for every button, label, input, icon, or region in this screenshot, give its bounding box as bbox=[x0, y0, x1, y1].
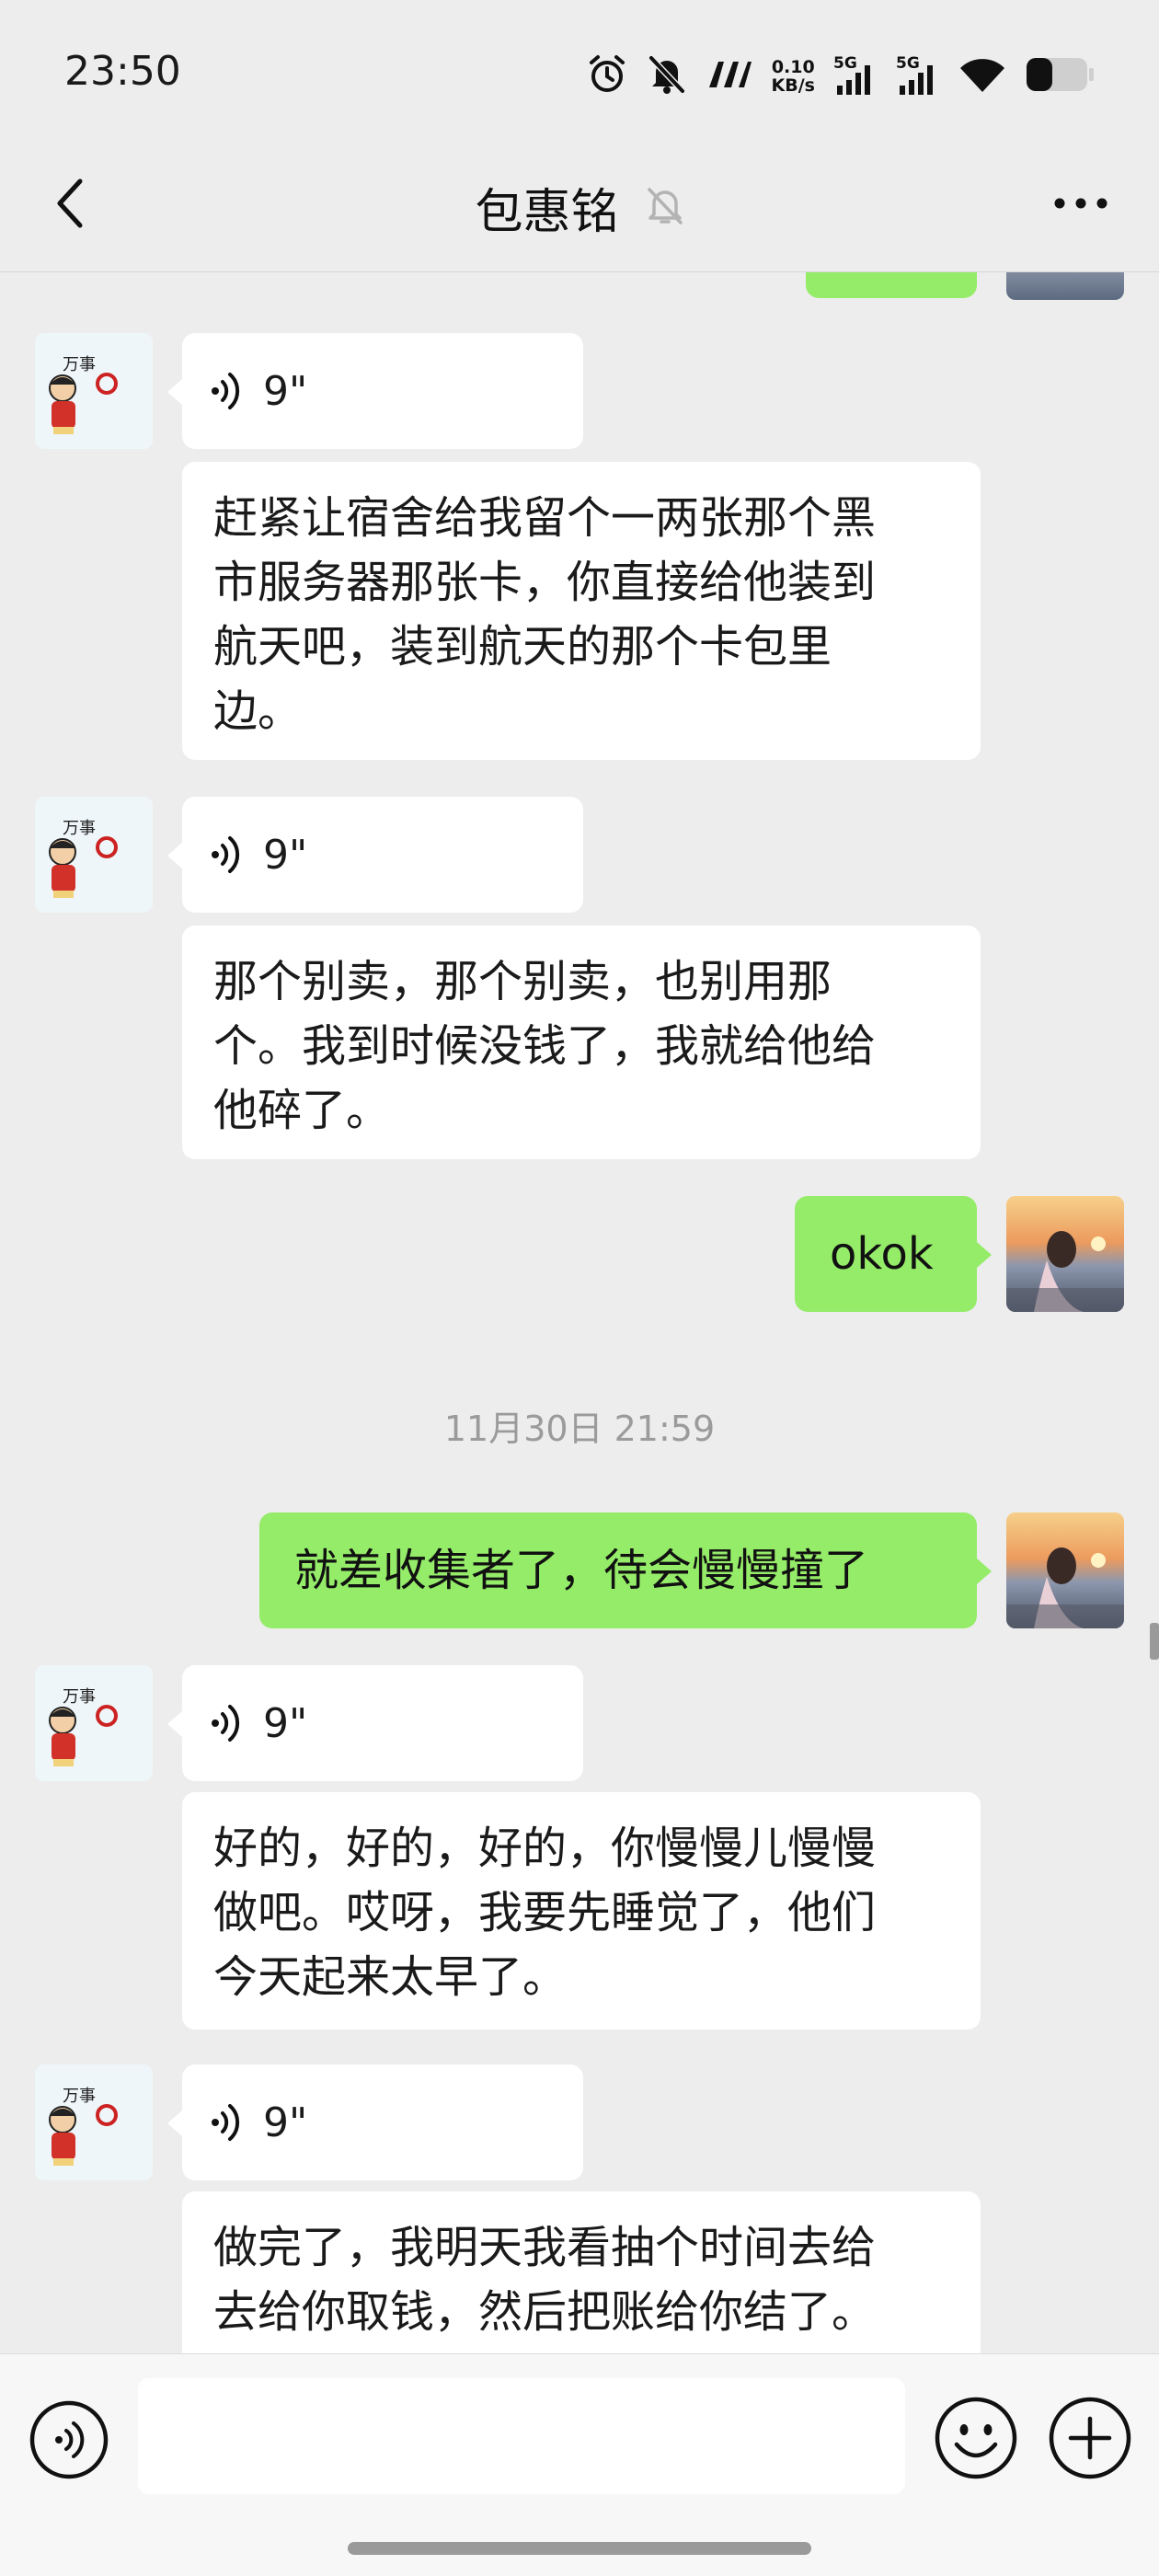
timestamp: 11月30日 21:59 bbox=[443, 1409, 716, 1449]
plus-icon bbox=[1049, 2397, 1131, 2479]
avatar-image bbox=[1006, 1512, 1124, 1628]
avatar-image: 万事 bbox=[35, 1665, 153, 1781]
message-line: 赶紧让宿舍给我留个一两张那个黑 bbox=[213, 492, 877, 544]
bubble-tail bbox=[977, 1242, 992, 1268]
bubble-tail bbox=[167, 843, 182, 868]
message-text: 就差收集者了，待会慢慢撞了 bbox=[294, 1545, 869, 1596]
alarm-icon bbox=[586, 53, 628, 99]
avatar-image bbox=[1006, 1196, 1124, 1312]
message-line: 边。 bbox=[213, 685, 303, 737]
voice-message[interactable]: 9" bbox=[182, 797, 583, 913]
message-line: 今天起来太早了。 bbox=[213, 1951, 568, 2003]
voice-input-button[interactable] bbox=[28, 2398, 110, 2481]
bubble-tail bbox=[977, 1558, 992, 1584]
avatar-image: 万事 bbox=[35, 797, 153, 913]
input-bar bbox=[0, 2353, 1159, 2576]
battery-icon bbox=[1025, 54, 1095, 98]
message-bubble-self[interactable]: okok bbox=[795, 1196, 977, 1312]
message-line: 那个别卖，那个别卖，也别用那 bbox=[213, 956, 832, 1007]
title-wrap: 包惠铭 bbox=[0, 173, 1159, 242]
net-speed-unit: KB/s bbox=[771, 75, 815, 96]
message-line: 他碎了。 bbox=[213, 1085, 391, 1136]
bubble-tail bbox=[167, 1711, 182, 1737]
message-bubble-contact[interactable]: 好的，好的，好的，你慢慢儿慢慢 做吧。哎呀，我要先睡觉了，他们 今天起来太早了。 bbox=[182, 1792, 981, 2030]
avatar-image: 万事 bbox=[35, 333, 153, 449]
bubble-tail bbox=[167, 379, 182, 405]
scrollbar-thumb[interactable] bbox=[1150, 1623, 1159, 1660]
status-bar: 23:50 0.10 KB/s 5G 5G bbox=[0, 0, 1159, 138]
wifi-icon bbox=[958, 55, 1006, 98]
avatar-self[interactable] bbox=[1006, 1512, 1124, 1628]
voice-wave-icon bbox=[212, 373, 240, 409]
nfc-icon bbox=[706, 56, 753, 97]
message-text: okok bbox=[830, 1228, 934, 1280]
svg-text:万事: 万事 bbox=[63, 2087, 96, 2106]
signal-icon: 5G bbox=[833, 54, 878, 97]
message-line: 好的，好的，好的，你慢慢儿慢慢 bbox=[213, 1823, 877, 1874]
chat-title: 包惠铭 bbox=[475, 185, 619, 240]
avatar-contact[interactable]: 万事 bbox=[35, 1665, 153, 1781]
svg-text:万事: 万事 bbox=[63, 355, 96, 374]
message-line: 航天吧，装到航天的那个卡包里 bbox=[213, 621, 832, 673]
avatar-contact[interactable]: 万事 bbox=[35, 2064, 153, 2180]
avatar-self[interactable] bbox=[1006, 1196, 1124, 1312]
voice-message[interactable]: 9" bbox=[182, 1665, 583, 1781]
plus-button[interactable] bbox=[1047, 2395, 1133, 2481]
svg-text:万事: 万事 bbox=[63, 819, 96, 838]
svg-text:万事: 万事 bbox=[63, 1687, 96, 1707]
voice-duration: 9" bbox=[263, 831, 308, 879]
avatar-image: 万事 bbox=[35, 2064, 153, 2180]
message-bubble-contact[interactable]: 赶紧让宿舍给我留个一两张那个黑 市服务器那张卡，你直接给他装到 航天吧，装到航天… bbox=[182, 462, 981, 760]
message-bubble-contact[interactable]: 做完了，我明天我看抽个时间去给 去给你取钱，然后把账给你结了。 bbox=[182, 2191, 981, 2353]
chat-message-list[interactable]: 万事 9" 赶紧让宿舍给我留个一两张那个黑 市服务器那张卡，你直接给他装到 航天… bbox=[0, 272, 1159, 2353]
message-input[interactable] bbox=[138, 2378, 905, 2494]
voice-duration: 9" bbox=[263, 367, 308, 415]
status-time: 23:50 bbox=[64, 48, 181, 95]
message-line: 个。我到时候没钱了，我就给他给 bbox=[213, 1020, 877, 1072]
emoji-button[interactable] bbox=[933, 2395, 1019, 2481]
bubble-tail bbox=[167, 2110, 182, 2136]
home-indicator[interactable] bbox=[348, 2542, 811, 2555]
bell-off-icon bbox=[647, 53, 687, 99]
avatar-contact[interactable]: 万事 bbox=[35, 797, 153, 913]
message-line: 做吧。哎呀，我要先睡觉了，他们 bbox=[213, 1887, 877, 1938]
message-line: 市服务器那张卡，你直接给他装到 bbox=[213, 557, 877, 608]
message-bubble-self-partial[interactable] bbox=[806, 272, 977, 298]
avatar-self[interactable] bbox=[1006, 272, 1124, 300]
net-speed-value: 0.10 bbox=[771, 57, 815, 77]
message-line: 去给你取钱，然后把账给你结了。 bbox=[213, 2286, 877, 2338]
voice-wave-icon bbox=[212, 2104, 240, 2141]
message-bubble-self[interactable]: 就差收集者了，待会慢慢撞了 bbox=[259, 1512, 977, 1628]
more-button[interactable] bbox=[1039, 171, 1122, 236]
voice-message[interactable]: 9" bbox=[182, 333, 583, 449]
voice-message[interactable]: 9" bbox=[182, 2064, 583, 2180]
voice-wave-icon bbox=[212, 1705, 240, 1742]
voice-wave-icon bbox=[212, 836, 240, 873]
message-line: 做完了，我明天我看抽个时间去给 bbox=[213, 2222, 877, 2273]
chat-header: 包惠铭 bbox=[0, 138, 1159, 272]
avatar-contact[interactable]: 万事 bbox=[35, 333, 153, 449]
signal-icon-2: 5G bbox=[896, 54, 940, 97]
voice-duration: 9" bbox=[263, 2099, 308, 2146]
emoji-icon bbox=[935, 2397, 1017, 2479]
net-speed: 0.10 KB/s bbox=[772, 58, 815, 95]
voice-duration: 9" bbox=[263, 1699, 308, 1747]
message-bubble-contact[interactable]: 那个别卖，那个别卖，也别用那 个。我到时候没钱了，我就给他给 他碎了。 bbox=[182, 926, 981, 1159]
voice-input-icon bbox=[29, 2400, 109, 2479]
more-dots-icon bbox=[1054, 198, 1107, 209]
bell-off-icon bbox=[646, 186, 684, 230]
status-icons: 0.10 KB/s 5G 5G bbox=[586, 53, 1095, 99]
